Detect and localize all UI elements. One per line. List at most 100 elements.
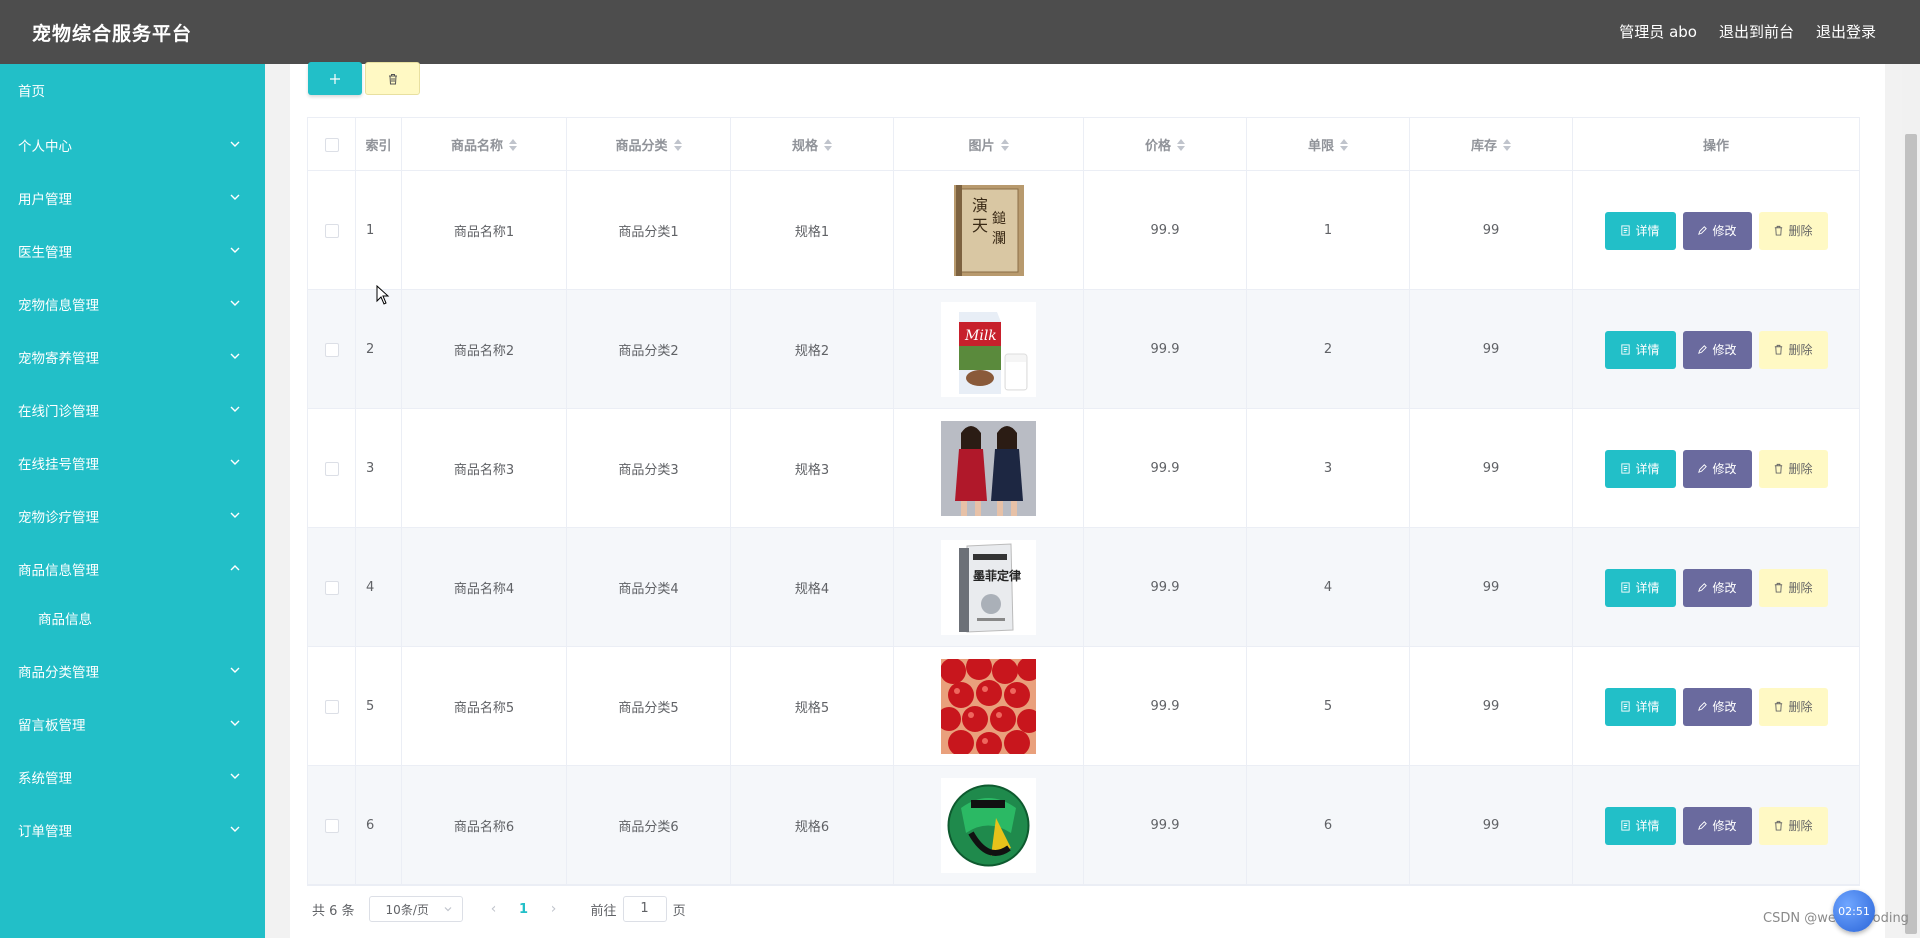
sidebar-item-users[interactable]: 用户管理	[0, 178, 265, 218]
sidebar-item-message-board[interactable]: 留言板管理	[0, 704, 265, 744]
sidebar-item-personal-center[interactable]: 个人中心	[0, 125, 265, 165]
column-header-name[interactable]: 商品名称	[402, 118, 567, 171]
cell-actions: 详情 修改 删除	[1573, 171, 1859, 290]
sidebar-item-doctors[interactable]: 医生管理	[0, 231, 265, 271]
edit-button[interactable]: 修改	[1682, 806, 1752, 845]
product-image[interactable]	[941, 421, 1036, 516]
sidebar-item-product-category[interactable]: 商品分类管理	[0, 651, 265, 691]
detail-button[interactable]: 详情	[1604, 330, 1676, 369]
sort-icon[interactable]	[1503, 138, 1511, 151]
product-name: 商品名称3	[453, 463, 515, 478]
row-actions: 详情 修改 删除	[1604, 449, 1828, 488]
sidebar-item-pet-info[interactable]: 宠物信息管理	[0, 284, 265, 324]
detail-button[interactable]: 详情	[1604, 211, 1676, 250]
detail-button[interactable]: 详情	[1604, 806, 1676, 845]
row-checkbox[interactable]	[324, 580, 339, 595]
column-header-stock[interactable]: 库存	[1410, 118, 1573, 171]
sidebar-item-product-info[interactable]: 商品信息管理	[0, 549, 265, 589]
product-limit: 1	[1323, 223, 1333, 238]
row-checkbox[interactable]	[324, 818, 339, 833]
product-image[interactable]: 墨菲定律	[941, 540, 1036, 635]
page-number-current[interactable]: 1	[509, 902, 539, 917]
delete-button[interactable]: 删除	[1758, 568, 1828, 607]
back-to-frontend-link[interactable]: 退出到前台	[1719, 21, 1794, 42]
product-image[interactable]	[941, 659, 1036, 754]
detail-button[interactable]: 详情	[1604, 449, 1676, 488]
edit-icon	[1698, 226, 1708, 235]
sort-icon[interactable]	[1177, 138, 1185, 151]
goto-page-input[interactable]: 1	[622, 896, 667, 922]
batch-delete-button[interactable]	[365, 62, 420, 95]
sidebar-item-pet-boarding[interactable]: 宠物寄养管理	[0, 337, 265, 377]
edit-button[interactable]: 修改	[1682, 568, 1752, 607]
detail-button[interactable]: 详情	[1604, 568, 1676, 607]
clock-badge[interactable]: 02:51	[1833, 890, 1875, 932]
cell-price: 99.9	[1084, 290, 1247, 409]
sort-icon[interactable]	[509, 138, 517, 151]
sort-icon[interactable]	[824, 138, 832, 151]
cell-category: 商品分类1	[567, 171, 731, 290]
product-stock: 99	[1482, 461, 1500, 476]
chevron-down-icon	[230, 247, 240, 253]
sidebar-item-orders[interactable]: 订单管理	[0, 810, 265, 850]
product-image[interactable]: 演天鎚瀾	[941, 183, 1036, 278]
sidebar-item-label: 系统管理	[18, 771, 72, 787]
edit-button[interactable]: 修改	[1682, 449, 1752, 488]
delete-button[interactable]: 删除	[1758, 211, 1828, 250]
sidebar-item-home[interactable]: 首页	[0, 70, 265, 110]
detail-label: 详情	[1635, 343, 1660, 357]
sidebar-item-system[interactable]: 系统管理	[0, 757, 265, 797]
sidebar-item-label: 首页	[18, 84, 45, 100]
column-header-category[interactable]: 商品分类	[567, 118, 731, 171]
column-header-image[interactable]: 图片	[894, 118, 1084, 171]
sidebar-item-online-registration[interactable]: 在线挂号管理	[0, 443, 265, 483]
row-checkbox[interactable]	[324, 461, 339, 476]
trash-icon	[1775, 820, 1783, 831]
select-all-checkbox[interactable]	[324, 137, 339, 152]
column-header-price[interactable]: 价格	[1084, 118, 1247, 171]
product-price: 99.9	[1150, 580, 1180, 595]
sort-icon[interactable]	[1000, 138, 1009, 151]
page-size-select[interactable]: 10条/页	[368, 896, 463, 922]
edit-label: 修改	[1712, 343, 1737, 357]
header-nav: 管理员 abo 退出到前台 退出登录	[1619, 21, 1876, 42]
row-checkbox[interactable]	[324, 342, 339, 357]
admin-user-link[interactable]: 管理员 abo	[1619, 21, 1697, 42]
sidebar-item-pet-treatment[interactable]: 宠物诊疗管理	[0, 496, 265, 536]
prev-page-button[interactable]: ‹	[479, 901, 509, 917]
sort-icon[interactable]	[1340, 138, 1348, 151]
sidebar-item-online-clinic[interactable]: 在线门诊管理	[0, 390, 265, 430]
cell-limit: 2	[1247, 290, 1410, 409]
cell-spec: 规格2	[731, 290, 894, 409]
sidebar-subitem-product-info[interactable]: 商品信息	[0, 598, 265, 638]
edit-button[interactable]: 修改	[1682, 330, 1752, 369]
document-icon	[1621, 344, 1631, 355]
cell-image: 墨菲定律	[894, 528, 1084, 647]
delete-label: 删除	[1788, 700, 1813, 714]
cell-limit: 3	[1247, 409, 1410, 528]
column-header-label: 索引	[365, 139, 392, 154]
row-checkbox[interactable]	[324, 223, 339, 238]
column-header-limit[interactable]: 单限	[1247, 118, 1410, 171]
edit-label: 修改	[1712, 581, 1737, 595]
product-image[interactable]	[941, 778, 1036, 873]
delete-button[interactable]: 删除	[1758, 330, 1828, 369]
delete-button[interactable]: 删除	[1758, 687, 1828, 726]
sort-icon[interactable]	[673, 138, 682, 151]
column-header-spec[interactable]: 规格	[731, 118, 894, 171]
detail-button[interactable]: 详情	[1604, 687, 1676, 726]
edit-label: 修改	[1712, 819, 1737, 833]
product-image[interactable]: Milk	[941, 302, 1036, 397]
logout-link[interactable]: 退出登录	[1816, 21, 1876, 42]
edit-button[interactable]: 修改	[1682, 211, 1752, 250]
chevron-down-icon	[230, 353, 240, 359]
page-scrollbar[interactable]	[1902, 64, 1920, 938]
delete-button[interactable]: 删除	[1758, 449, 1828, 488]
add-button[interactable]	[308, 62, 362, 95]
edit-button[interactable]: 修改	[1682, 687, 1752, 726]
row-checkbox[interactable]	[324, 699, 339, 714]
next-page-button[interactable]: ›	[539, 901, 569, 917]
delete-button[interactable]: 删除	[1758, 806, 1828, 845]
product-stock: 99	[1482, 223, 1500, 238]
scrollbar-thumb[interactable]	[1905, 134, 1917, 934]
